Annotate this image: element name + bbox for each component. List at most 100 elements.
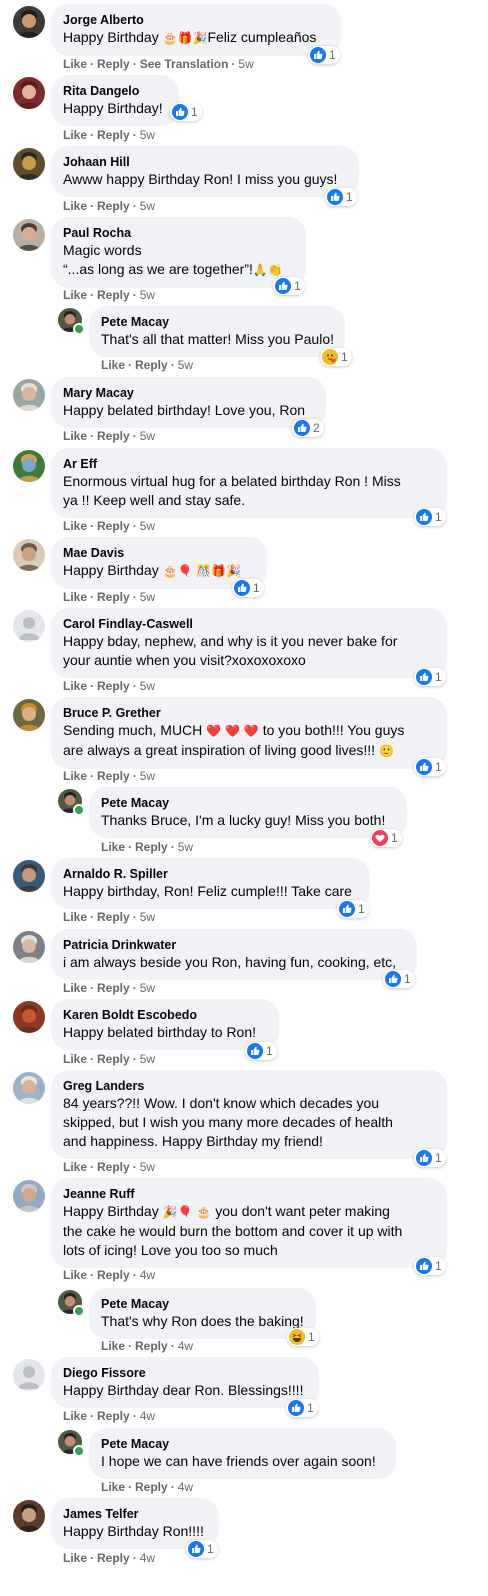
- see-translation-button[interactable]: See Translation: [140, 57, 229, 71]
- comment-author[interactable]: Rita Dangelo: [63, 83, 167, 99]
- comment-timestamp[interactable]: 4w: [140, 1409, 155, 1423]
- like-button[interactable]: Like: [63, 288, 87, 302]
- comment-author[interactable]: Ar Eff: [63, 456, 435, 472]
- reply-button[interactable]: Reply: [97, 1160, 130, 1174]
- like-button[interactable]: Like: [63, 679, 87, 693]
- like-button[interactable]: Like: [63, 769, 87, 783]
- reaction-count[interactable]: 1: [337, 900, 369, 918]
- reply-button[interactable]: Reply: [97, 981, 130, 995]
- comment-author[interactable]: Bruce P. Grether: [63, 705, 435, 721]
- reaction-count[interactable]: 1: [186, 1540, 218, 1558]
- like-button[interactable]: Like: [101, 1339, 125, 1353]
- comment-author[interactable]: James Telfer: [63, 1506, 207, 1522]
- reply-button[interactable]: Reply: [97, 519, 130, 533]
- reaction-count[interactable]: 1: [370, 829, 402, 847]
- reaction-count[interactable]: 1: [325, 188, 357, 206]
- avatar-arnaldo-r-spiller[interactable]: [13, 860, 45, 892]
- like-button[interactable]: Like: [63, 429, 87, 443]
- comment-timestamp[interactable]: 5w: [140, 1052, 155, 1066]
- comment-timestamp[interactable]: 5w: [140, 910, 155, 924]
- reply-button[interactable]: Reply: [97, 910, 130, 924]
- like-button[interactable]: Like: [63, 1409, 87, 1423]
- comment-timestamp[interactable]: 5w: [140, 590, 155, 604]
- avatar-rita-dangelo[interactable]: [13, 77, 45, 109]
- reaction-count[interactable]: 1: [383, 970, 415, 988]
- reply-button[interactable]: Reply: [97, 1551, 130, 1565]
- comment-timestamp[interactable]: 5w: [140, 429, 155, 443]
- like-button[interactable]: Like: [63, 199, 87, 213]
- reply-button[interactable]: Reply: [135, 358, 168, 372]
- comment-author[interactable]: Pete Macay: [101, 314, 333, 330]
- reaction-count[interactable]: 1: [170, 103, 202, 121]
- comment-timestamp[interactable]: 5w: [140, 128, 155, 142]
- reply-button[interactable]: Reply: [97, 57, 130, 71]
- avatar-diego-fissore[interactable]: [13, 1359, 45, 1391]
- reply-button[interactable]: Reply: [97, 288, 130, 302]
- comment-author[interactable]: Paul Rocha: [63, 225, 294, 241]
- reaction-count[interactable]: 1: [273, 277, 305, 295]
- comment-timestamp[interactable]: 5w: [178, 840, 193, 854]
- comment-author[interactable]: Arnaldo R. Spiller: [63, 866, 358, 882]
- avatar-mae-davis[interactable]: [13, 539, 45, 571]
- avatar-patricia-drinkwater[interactable]: [13, 931, 45, 963]
- reply-button[interactable]: Reply: [135, 1339, 168, 1353]
- comment-author[interactable]: Jorge Alberto: [63, 12, 329, 28]
- comment-timestamp[interactable]: 5w: [140, 679, 155, 693]
- reaction-count[interactable]: 1: [320, 348, 352, 366]
- reaction-count[interactable]: 1: [414, 508, 446, 526]
- reaction-count[interactable]: 1: [414, 1149, 446, 1167]
- like-button[interactable]: Like: [63, 1052, 87, 1066]
- comment-timestamp[interactable]: 4w: [140, 1268, 155, 1282]
- avatar-jorge-alberto[interactable]: [13, 6, 45, 38]
- reply-button[interactable]: Reply: [97, 590, 130, 604]
- comment-timestamp[interactable]: 5w: [140, 981, 155, 995]
- comment-timestamp[interactable]: 4w: [140, 1551, 155, 1565]
- comment-timestamp[interactable]: 4w: [178, 1480, 193, 1494]
- reply-button[interactable]: Reply: [97, 679, 130, 693]
- like-button[interactable]: Like: [63, 519, 87, 533]
- avatar-carol-findlay-caswell[interactable]: [13, 610, 45, 642]
- reply-button[interactable]: Reply: [97, 128, 130, 142]
- comment-author[interactable]: Greg Landers: [63, 1078, 435, 1094]
- like-button[interactable]: Like: [63, 910, 87, 924]
- like-button[interactable]: Like: [63, 1160, 87, 1174]
- avatar-ar-eff[interactable]: [13, 450, 45, 482]
- reply-button[interactable]: Reply: [97, 199, 130, 213]
- like-button[interactable]: Like: [101, 358, 125, 372]
- comment-timestamp[interactable]: 5w: [238, 57, 253, 71]
- avatar-johaan-hill[interactable]: [13, 148, 45, 180]
- comment-timestamp[interactable]: 5w: [140, 519, 155, 533]
- like-button[interactable]: Like: [63, 1268, 87, 1282]
- avatar-bruce-p-grether[interactable]: [13, 699, 45, 731]
- reply-button[interactable]: Reply: [97, 769, 130, 783]
- like-button[interactable]: Like: [63, 57, 87, 71]
- avatar-james-telfer[interactable]: [13, 1500, 45, 1532]
- avatar-jeanne-ruff[interactable]: [13, 1180, 45, 1212]
- reaction-count[interactable]: 1: [232, 579, 264, 597]
- comment-author[interactable]: Pete Macay: [101, 795, 395, 811]
- reply-button[interactable]: Reply: [97, 1052, 130, 1066]
- like-button[interactable]: Like: [63, 128, 87, 142]
- like-button[interactable]: Like: [101, 1480, 125, 1494]
- comment-author[interactable]: Pete Macay: [101, 1296, 304, 1312]
- comment-author[interactable]: Mary Macay: [63, 385, 314, 401]
- comment-author[interactable]: Mae Davis: [63, 545, 255, 561]
- like-button[interactable]: Like: [63, 590, 87, 604]
- reaction-count[interactable]: 1: [308, 46, 340, 64]
- avatar-karen-boldt-escobedo[interactable]: [13, 1001, 45, 1033]
- comment-author[interactable]: Jeanne Ruff: [63, 1186, 435, 1202]
- avatar-paul-rocha[interactable]: [13, 219, 45, 251]
- like-button[interactable]: Like: [101, 840, 125, 854]
- comment-author[interactable]: Patricia Drinkwater: [63, 937, 405, 953]
- reply-button[interactable]: Reply: [97, 1268, 130, 1282]
- comment-timestamp[interactable]: 5w: [140, 769, 155, 783]
- reaction-count[interactable]: 1: [414, 668, 446, 686]
- reply-button[interactable]: Reply: [135, 1480, 168, 1494]
- reaction-count[interactable]: 1: [414, 1257, 446, 1275]
- reply-button[interactable]: Reply: [135, 840, 168, 854]
- reaction-count[interactable]: 1: [286, 1399, 318, 1417]
- comment-timestamp[interactable]: 5w: [140, 288, 155, 302]
- comment-author[interactable]: Johaan Hill: [63, 154, 347, 170]
- comment-timestamp[interactable]: 5w: [178, 358, 193, 372]
- comment-author[interactable]: Karen Boldt Escobedo: [63, 1007, 267, 1023]
